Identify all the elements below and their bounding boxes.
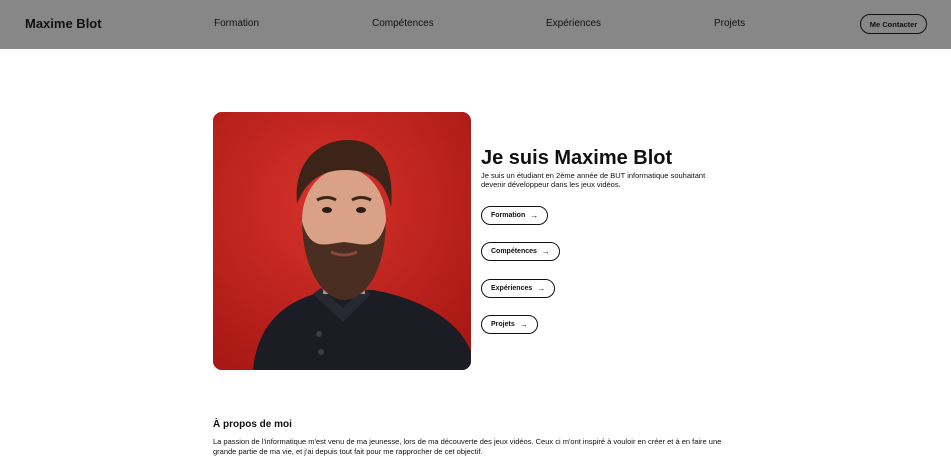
- nav-link-projets[interactable]: Projets: [714, 18, 745, 29]
- hero-button-label: Formation: [491, 212, 526, 219]
- nav-link-formation[interactable]: Formation: [214, 18, 259, 29]
- hero-button-experiences[interactable]: Expériences →: [481, 279, 556, 298]
- hero-title: Je suis Maxime Blot: [481, 147, 673, 169]
- profile-photo: [213, 112, 471, 370]
- hero-button-formation[interactable]: Formation →: [481, 206, 549, 225]
- about-section-text: La passion de l'informatique m'est venu …: [213, 437, 722, 456]
- nav-link-experiences[interactable]: Expériences: [546, 18, 601, 29]
- arrow-right-icon: →: [541, 246, 550, 256]
- arrow-right-icon: →: [537, 283, 546, 293]
- contact-button[interactable]: Me Contacter: [860, 14, 927, 34]
- hero-description: Je suis un étudiant en 2ème année de BUT…: [481, 171, 706, 189]
- arrow-right-icon: →: [519, 319, 528, 329]
- hero-button-label: Compétences: [491, 248, 537, 255]
- hero-button-projets[interactable]: Projets →: [481, 315, 538, 334]
- about-section-title: À propos de moi: [213, 419, 292, 430]
- brand-logo-text[interactable]: Maxime Blot: [25, 16, 102, 31]
- hero-button-label: Projets: [491, 321, 515, 328]
- top-navbar: Maxime Blot Formation Compétences Expéri…: [0, 0, 951, 49]
- nav-link-competences[interactable]: Compétences: [372, 18, 434, 29]
- hero-button-label: Expériences: [491, 285, 533, 292]
- arrow-right-icon: →: [530, 210, 539, 220]
- hero-button-competences[interactable]: Compétences →: [481, 242, 560, 261]
